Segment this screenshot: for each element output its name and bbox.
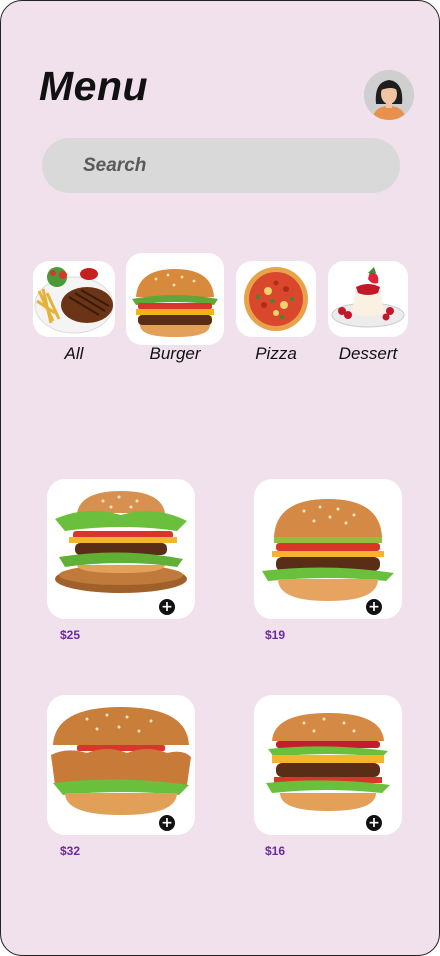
category-dessert-image [328, 261, 408, 337]
phone-frame: Menu Search All Burger Pizza Dessert + $… [0, 0, 440, 956]
category-burger-label: Burger [149, 344, 201, 363]
product-image[interactable] [254, 479, 402, 619]
product-card[interactable]: + $16 [254, 695, 402, 858]
profile-avatar[interactable] [364, 70, 414, 120]
category-pizza-label: Pizza [255, 344, 297, 363]
add-to-cart-icon[interactable]: + [159, 815, 175, 831]
add-to-cart-icon[interactable]: + [366, 599, 382, 615]
category-burger-image [126, 253, 224, 345]
category-burger[interactable]: Burger [126, 253, 224, 366]
product-image[interactable] [254, 695, 402, 835]
product-price: $16 [265, 844, 286, 858]
product-price: $19 [265, 628, 286, 642]
category-pizza-image [236, 261, 316, 337]
category-pizza[interactable]: Pizza [236, 261, 316, 366]
product-card[interactable]: + $19 [254, 479, 402, 642]
category-dessert[interactable]: Dessert [328, 261, 408, 366]
add-to-cart-icon[interactable]: + [159, 599, 175, 615]
avatar-icon [364, 70, 414, 120]
product-price: $25 [60, 628, 81, 642]
category-all[interactable]: All [33, 261, 115, 366]
product-card[interactable]: + $32 [47, 695, 195, 858]
product-image[interactable] [47, 695, 195, 835]
search-input[interactable] [42, 138, 400, 193]
product-card[interactable]: + $25 [47, 479, 195, 642]
product-image[interactable] [47, 479, 195, 619]
category-all-label: All [64, 344, 84, 363]
search-bar[interactable] [42, 138, 400, 193]
add-to-cart-icon[interactable]: + [366, 815, 382, 831]
page-title: Menu [39, 63, 149, 109]
category-dessert-label: Dessert [338, 344, 398, 363]
category-all-image [33, 261, 115, 337]
product-price: $32 [60, 844, 81, 858]
